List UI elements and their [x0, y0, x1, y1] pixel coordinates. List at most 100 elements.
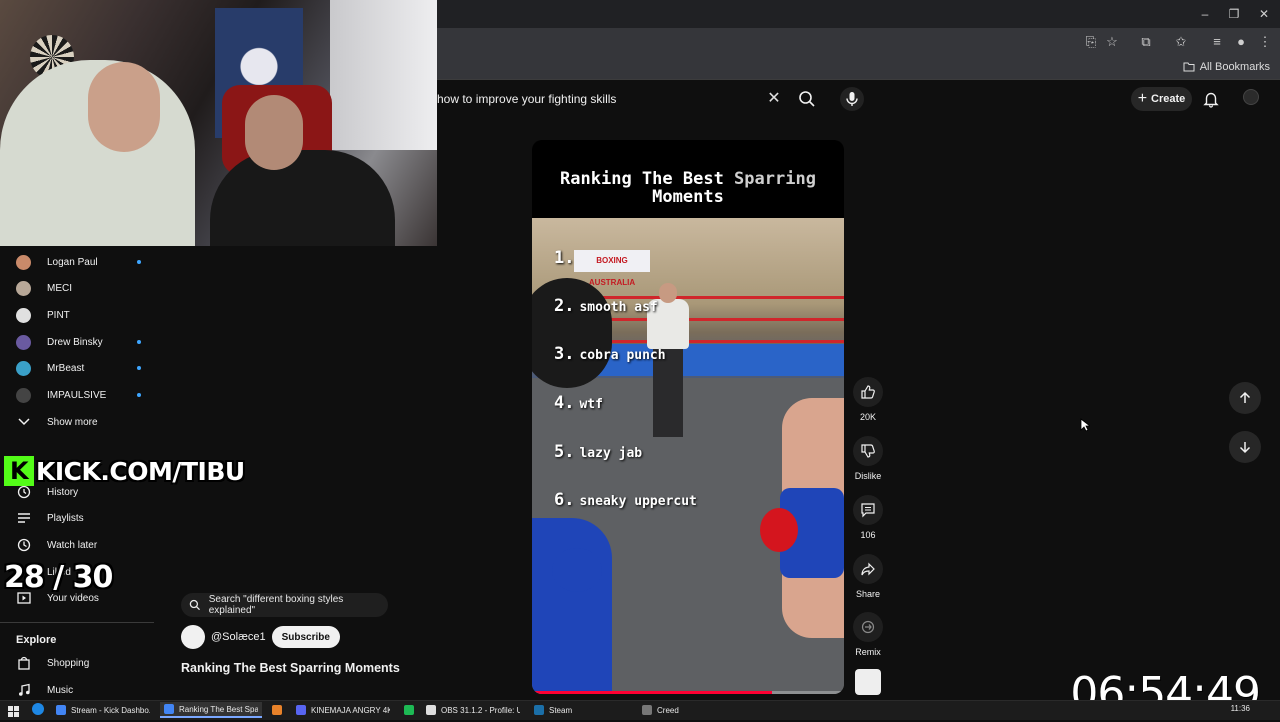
next-short-button[interactable]	[1229, 431, 1261, 463]
app-icon	[56, 705, 66, 715]
extensions-icon[interactable]: ⧉	[1137, 34, 1155, 50]
boxing-arena-scene: BOXING AUSTRALIA 1. 2. smooth asf 3. cobra p…	[532, 218, 844, 694]
app-icon	[534, 705, 544, 715]
notifications-button[interactable]	[1202, 90, 1220, 108]
remix-button[interactable]: Remix	[850, 612, 886, 657]
install-app-icon[interactable]: ⎘	[1082, 34, 1100, 50]
sidebar-item-shopping[interactable]: Shopping	[16, 650, 89, 676]
thumbs-down-icon	[853, 436, 883, 466]
subscription-item[interactable]: Drew Binsky	[16, 329, 141, 355]
share-button[interactable]: Share	[850, 554, 886, 599]
channel-avatar	[16, 307, 31, 323]
subscribe-button[interactable]: Subscribe	[271, 626, 340, 648]
like-button[interactable]: 20K	[850, 377, 886, 422]
taskbar-app-button[interactable]: Stream - Kick Dashbo...	[52, 702, 154, 718]
create-button[interactable]: + Create	[1131, 87, 1192, 111]
channel-avatar[interactable]	[181, 625, 205, 649]
previous-short-button[interactable]	[1229, 382, 1261, 414]
ranking-number: 6.	[554, 490, 575, 510]
taskbar-app-button[interactable]: Ranking The Best Spa...	[160, 702, 262, 718]
all-bookmarks-button[interactable]: All Bookmarks	[1183, 61, 1270, 73]
comments-button[interactable]: 106	[850, 495, 886, 540]
app-icon	[164, 704, 174, 714]
app-icon	[404, 705, 414, 715]
media-control-icon[interactable]: ≡	[1208, 34, 1226, 50]
video-title-main: Ranking The Best	[560, 169, 735, 189]
boxer-headguard	[532, 278, 612, 388]
sidebar-divider	[0, 622, 154, 623]
comment-icon	[853, 495, 883, 525]
browser-menu-icon[interactable]: ⋮	[1256, 34, 1274, 50]
profile-icon[interactable]: ●	[1232, 34, 1250, 50]
close-window-icon[interactable]: ✕	[1256, 6, 1272, 22]
subscription-label: MrBeast	[47, 362, 85, 374]
microphone-icon	[846, 92, 858, 106]
subscription-label: IMPAULSIVE	[47, 389, 107, 401]
dislike-button[interactable]: Dislike	[850, 436, 886, 481]
subscription-item[interactable]: PINT	[16, 302, 141, 328]
mouse-cursor-icon	[1080, 418, 1092, 437]
webcam-overlay	[0, 0, 437, 246]
subscription-item[interactable]: IMPAULSIVE	[16, 382, 141, 408]
video-title-accent: Sparring	[734, 169, 816, 189]
taskbar-app-button[interactable]	[268, 702, 286, 718]
channel-avatar	[16, 334, 31, 350]
subscription-label: PINT	[47, 309, 70, 321]
account-avatar[interactable]	[1243, 89, 1259, 105]
streamer-left-head	[88, 62, 160, 152]
taskbar-app-label: OBS 31.1.2 - Profile: U...	[441, 705, 520, 715]
audio-thumbnail[interactable]	[855, 669, 881, 695]
channel-name[interactable]: @Solæce1	[211, 631, 266, 643]
share-label: Share	[855, 589, 881, 599]
subscription-label: MECI	[47, 282, 72, 294]
taskbar-app-button[interactable]: Creed	[638, 702, 740, 718]
clock-icon	[16, 538, 31, 553]
voice-search-button[interactable]	[840, 87, 864, 111]
kick-channel-banner: K KICK.COM/TIBU	[4, 455, 245, 487]
taskbar-app-button[interactable]: OBS 31.1.2 - Profile: U...	[422, 702, 524, 718]
taskbar-app-button[interactable]: Steam	[530, 702, 632, 718]
sidebar-item-playlists[interactable]: Playlists	[16, 505, 84, 531]
short-video-player[interactable]: Ranking The Best Sparring Moments BOXING…	[532, 140, 844, 694]
blue-glove	[552, 548, 602, 592]
streamer-right	[210, 150, 395, 246]
taskbar-app-button[interactable]	[400, 702, 418, 718]
edge-browser-icon[interactable]	[32, 703, 44, 715]
search-suggestion-chip[interactable]: Search "different boxing styles explaine…	[181, 593, 388, 617]
restore-icon[interactable]: ❐	[1226, 6, 1242, 22]
video-title-overlay: Ranking The Best Sparring Moments	[532, 170, 844, 206]
short-title[interactable]: Ranking The Best Sparring Moments	[181, 661, 400, 675]
search-button[interactable]	[796, 88, 818, 110]
search-input[interactable]: how to improve your fighting skills	[437, 86, 789, 112]
bookmarks-icon[interactable]: ✩	[1172, 34, 1190, 50]
windows-start-icon[interactable]	[8, 704, 19, 717]
ranking-item: 3. cobra punch	[554, 344, 666, 364]
music-label: Music	[47, 684, 74, 696]
channel-avatar	[16, 254, 31, 270]
subscription-item[interactable]: Logan Paul	[16, 249, 141, 275]
video-progress-bar[interactable]	[532, 691, 844, 694]
sidebar-item-watch-later[interactable]: Watch later	[16, 532, 97, 558]
explore-title: Explore	[16, 634, 57, 646]
ranking-label: smooth asf	[579, 300, 658, 315]
arrow-down-icon	[1239, 442, 1251, 454]
ranking-item: 6. sneaky uppercut	[554, 490, 697, 510]
app-icon	[642, 705, 652, 715]
goal-counter: 28 / 30	[4, 560, 113, 595]
comment-count: 106	[860, 530, 876, 540]
new-content-dot	[137, 366, 141, 370]
taskbar-app-button[interactable]: KINEMAJA ANGRY 4K...	[292, 702, 394, 718]
like-count: 20K	[859, 412, 876, 422]
new-content-dot	[137, 393, 141, 397]
taskbar-app-label: Creed	[657, 705, 679, 715]
subscription-item[interactable]: MECI	[16, 275, 141, 301]
show-more-button[interactable]: Show more	[16, 409, 98, 435]
ranking-number: 4.	[554, 393, 575, 413]
minimize-icon[interactable]: –	[1197, 6, 1213, 22]
subscription-item[interactable]: MrBeast	[16, 355, 141, 381]
history-label: History	[47, 486, 79, 498]
clear-search-icon[interactable]: ✕	[764, 90, 784, 108]
new-content-dot	[137, 260, 141, 264]
bookmark-star-icon[interactable]: ☆	[1103, 34, 1121, 50]
shopping-bag-icon	[16, 656, 31, 671]
